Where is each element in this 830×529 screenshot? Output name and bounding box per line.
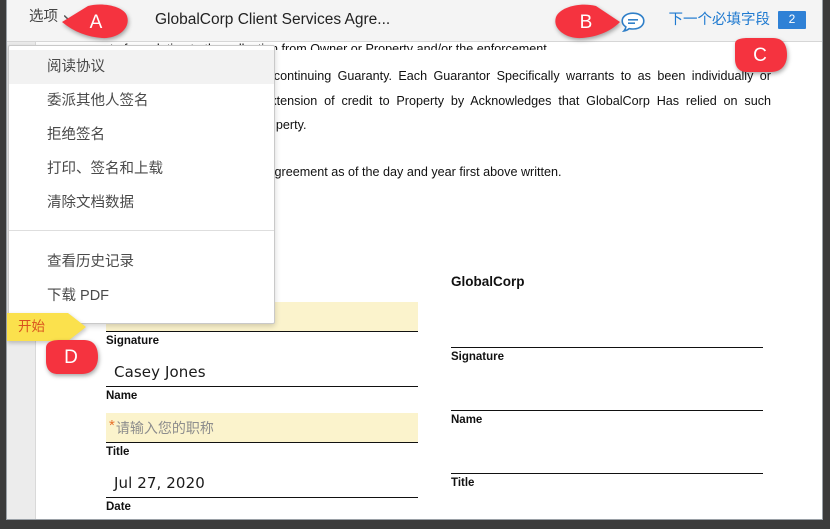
client-date-field[interactable]: Jul 27, 2020 [106,468,418,498]
client-date-group: Jul 27, 2020 Date [106,468,418,514]
globalcorp-name-group: Name [451,373,763,427]
globalcorp-title-group: Title [451,436,763,490]
document-title: GlobalCorp Client Services Agre... [155,11,391,28]
annotation-marker-a-label: A [89,11,103,33]
globalcorp-title-line [451,436,763,474]
annotation-marker-c: C [733,38,787,72]
client-title-placeholder: 请输入您的职称 [115,419,214,436]
next-required-field-label: 下一个必填字段 [668,11,771,28]
menu-item-view-history[interactable]: 查看历史记录 [9,245,274,279]
required-field-count-badge: 2 [778,11,806,30]
menu-divider [9,230,274,231]
comment-bubble-icon[interactable] [620,11,646,33]
signature-block-globalcorp: GlobalCorp Signature Name Title [451,274,763,520]
client-name-value: Casey Jones [114,362,206,381]
options-dropdown-menu[interactable]: 阅读协议 委派其他人签名 拒绝签名 打印、签名和上载 清除文档数据 查看历史记录… [8,45,275,324]
globalcorp-name-line [451,373,763,411]
globalcorp-date-line [451,499,763,520]
globalcorp-title-label: Title [451,477,475,489]
client-signature-label: Signature [106,335,160,347]
annotation-marker-a: A [62,4,130,40]
options-menu-label: 选项 [29,9,58,25]
globalcorp-name-label: Name [451,414,483,426]
required-asterisk-icon: * [109,417,115,434]
client-title-field[interactable]: * 请输入您的职称 [106,413,418,443]
menu-item-decline-signing[interactable]: 拒绝签名 [9,118,274,152]
globalcorp-signature-line [451,302,763,348]
annotation-marker-c-label: C [753,44,767,66]
start-flag-label: 开始 [18,319,45,334]
client-title-label: Title [106,446,130,458]
annotation-marker-b: B [552,4,620,40]
esignature-document-viewer: 选项 GlobalCorp Client Services Agre... 下一… [0,0,830,529]
client-name-field[interactable]: Casey Jones [106,357,418,387]
client-name-group: Casey Jones Name [106,357,418,403]
menu-item-delegate-signing[interactable]: 委派其他人签名 [9,84,274,118]
menu-item-download-pdf[interactable]: 下载 PDF [9,279,274,313]
menu-item-read-agreement[interactable]: 阅读协议 [9,50,274,84]
client-date-label: Date [106,501,131,513]
client-title-group: * 请输入您的职称 Title [106,413,418,459]
menu-item-print-sign-upload[interactable]: 打印、签名和上载 [9,152,274,186]
party-name-globalcorp: GlobalCorp [451,274,525,289]
globalcorp-signature-label: Signature [451,351,505,363]
annotation-marker-b-label: B [579,11,593,33]
start-flag-tag[interactable]: 开始 [6,310,88,344]
annotation-marker-d: D [44,340,98,374]
client-name-label: Name [106,390,138,402]
next-required-field-button[interactable]: 下一个必填字段 2 [668,11,806,30]
annotation-marker-d-label: D [64,346,78,368]
menu-item-clear-document-data[interactable]: 清除文档数据 [9,186,274,220]
client-date-value: Jul 27, 2020 [114,473,205,492]
globalcorp-date-group: Date [451,499,763,520]
globalcorp-signature-group: Signature [451,302,763,364]
